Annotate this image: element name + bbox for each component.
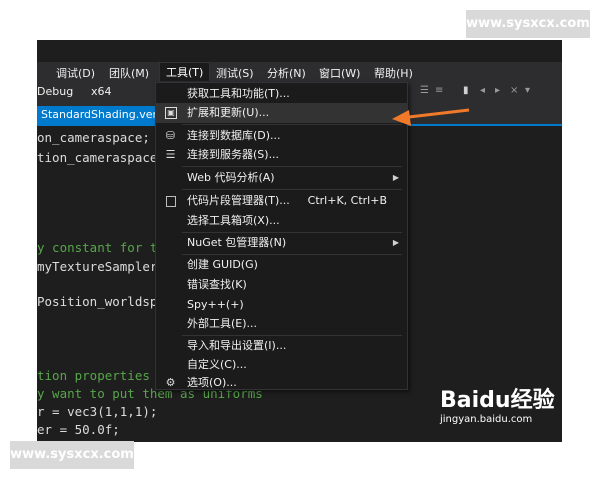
baidu-watermark: Baidu经验 jingyan.baidu.com xyxy=(440,382,555,425)
baidu-logo: Baidu经验 xyxy=(440,388,555,413)
ide-screenshot: 调试(D) 团队(M) 工具(T) 测试(S) 分析(N) 窗口(W) 帮助(H… xyxy=(37,40,562,442)
annotation-arrow-line xyxy=(408,108,470,119)
site-watermark-bottom: www.sysxcx.com xyxy=(10,441,134,469)
annotation-arrow-head xyxy=(392,110,411,126)
site-watermark-top: www.sysxcx.com xyxy=(466,10,590,38)
baidu-url: jingyan.baidu.com xyxy=(440,414,533,425)
